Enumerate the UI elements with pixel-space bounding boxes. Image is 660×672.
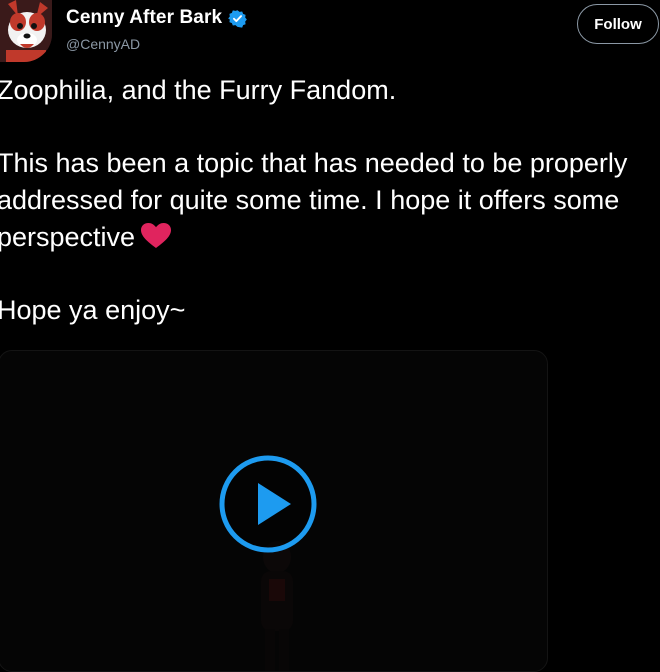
author-name-row[interactable]: Cenny After Bark bbox=[66, 7, 247, 29]
tweet-line-title: Zoophilia, and the Furry Fandom. bbox=[0, 75, 397, 105]
heart-icon bbox=[141, 222, 172, 248]
play-icon bbox=[219, 455, 317, 553]
avatar[interactable] bbox=[0, 0, 52, 62]
tweet-line-body-text: This has been a topic that has needed to… bbox=[0, 148, 628, 252]
avatar-image bbox=[0, 0, 52, 62]
tweet-line-closing: Hope ya enjoy~ bbox=[0, 295, 186, 325]
follow-button[interactable]: Follow bbox=[577, 4, 659, 44]
tweet-card: Cenny After Bark @CennyAD Follow Zoophil… bbox=[0, 0, 660, 672]
play-button[interactable] bbox=[217, 453, 319, 555]
video-media[interactable] bbox=[0, 350, 548, 672]
video-thumbnail-figure bbox=[261, 541, 293, 671]
author-display-name[interactable]: Cenny After Bark bbox=[66, 7, 222, 29]
tweet-line-body: This has been a topic that has needed to… bbox=[0, 145, 637, 256]
tweet-text: Zoophilia, and the Furry Fandom. This ha… bbox=[0, 72, 637, 329]
verified-badge-icon bbox=[228, 9, 247, 28]
author-handle[interactable]: @CennyAD bbox=[66, 36, 140, 52]
